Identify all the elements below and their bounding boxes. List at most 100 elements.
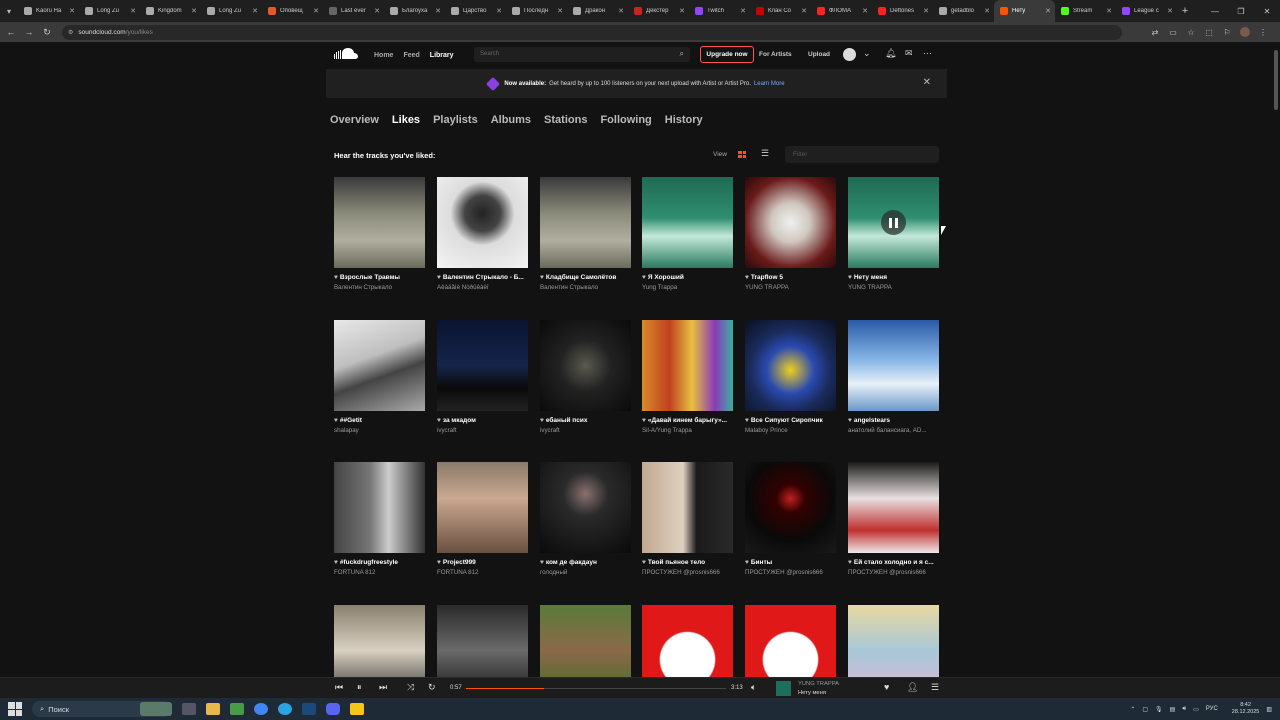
more-options-icon[interactable]: ⋯ [923, 48, 932, 59]
track-artist[interactable]: Ãêàäåìè Ñòðûêàëî [437, 284, 528, 291]
track-artwork[interactable] [848, 462, 939, 553]
liked-heart-icon[interactable]: ♥ [642, 559, 646, 566]
liked-heart-icon[interactable]: ♥ [334, 417, 338, 424]
track-artist[interactable]: FORTUNA 812 [437, 569, 528, 576]
browser-tab[interactable]: Последн ✕ [506, 0, 567, 22]
track-tile[interactable] [334, 605, 425, 677]
track-tile[interactable] [848, 605, 939, 677]
tab-close-icon[interactable]: ✕ [69, 7, 75, 15]
track-tile[interactable]: ♥ Ей стало холодно и я с... ПРОСТУЖЕН @pro… [848, 462, 939, 576]
browser-tab[interactable]: Царство ✕ [445, 0, 506, 22]
track-tile[interactable]: ♥ Твой пьяное тело ПРОСТУЖЕН @prosnis666 [642, 462, 733, 576]
liked-heart-icon[interactable]: ♥ [540, 417, 544, 424]
tab-close-icon[interactable]: ✕ [923, 7, 929, 15]
file-explorer-icon[interactable] [206, 703, 220, 715]
now-playing-title[interactable]: Нету меня [798, 690, 826, 696]
browser-tab[interactable]: Благоуха ✕ [384, 0, 445, 22]
track-artist[interactable]: Sil-A/Yung Trappa [642, 427, 733, 434]
tab-search-icon[interactable]: ▾ [0, 0, 18, 22]
browser-tab[interactable]: getadblo ✕ [933, 0, 994, 22]
track-title[interactable]: ♥ Кладбище Самолётов [540, 274, 631, 281]
track-title[interactable]: ♥ Валентин Стрыкало - Б... [437, 274, 528, 281]
track-title[interactable]: ♥ Все Сипуют Сиропчик [745, 417, 836, 424]
back-icon[interactable]: ← [4, 27, 18, 37]
tab-overview[interactable]: Overview [330, 114, 379, 130]
browser-tab[interactable]: Дракон ✕ [567, 0, 628, 22]
speaker-icon[interactable]: 🔊︎ [1182, 706, 1186, 713]
liked-heart-icon[interactable]: ♥ [642, 417, 646, 424]
now-playing-artwork[interactable] [776, 681, 791, 696]
telegram-icon[interactable] [278, 703, 292, 715]
track-title[interactable]: ♥ Нету меня [848, 274, 939, 281]
pause-overlay-icon[interactable] [881, 210, 906, 235]
track-tile[interactable] [745, 605, 836, 677]
track-artist[interactable]: FORTUNA 812 [334, 569, 425, 576]
liked-heart-icon[interactable]: ♥ [437, 559, 441, 566]
steam-icon[interactable] [302, 703, 316, 715]
close-banner-icon[interactable]: ✕ [923, 77, 931, 88]
tab-close-icon[interactable]: ✕ [252, 7, 258, 15]
track-tile[interactable]: ♥ Валентин Стрыкало - Б... Ãêàäåìè Ñòðûêàë… [437, 177, 528, 291]
url-field[interactable]: ⚙ soundcloud.com/you/likes [62, 24, 1122, 40]
liked-heart-icon[interactable]: ♥ [745, 559, 749, 566]
reload-icon[interactable]: ↻ [40, 27, 54, 38]
queue-icon[interactable]: ☰ [931, 682, 939, 693]
track-tile[interactable]: ♥ Кладбище Самолётов Валентин Стрыкало [540, 177, 631, 291]
track-artwork[interactable] [437, 320, 528, 411]
clock[interactable]: 8:42 28.12.2025 [1225, 702, 1260, 716]
track-title[interactable]: ♥ Ей стало холодно и я с... [848, 559, 939, 566]
discord-icon[interactable] [326, 703, 340, 715]
track-artist[interactable]: Yung Trappa [642, 284, 733, 291]
track-artwork[interactable] [642, 605, 733, 677]
browser-tab[interactable]: Twitch ✕ [689, 0, 750, 22]
track-artwork[interactable] [334, 605, 425, 677]
track-artwork[interactable] [540, 320, 631, 411]
track-artwork[interactable] [437, 605, 528, 677]
customize-icon[interactable]: ⚐ [1218, 28, 1236, 37]
track-artist[interactable]: shalapay [334, 427, 425, 434]
nav-home[interactable]: Home [374, 52, 393, 59]
taskbar-search[interactable]: ⌕ Поиск [32, 701, 172, 717]
track-artwork[interactable] [540, 462, 631, 553]
track-tile[interactable]: ♥ «Давай кинем барыгу»... Sil-A/Yung Trapp… [642, 320, 733, 434]
tab-playlists[interactable]: Playlists [433, 114, 478, 130]
grid-view-icon[interactable] [736, 149, 748, 160]
track-tile[interactable] [642, 605, 733, 677]
tab-close-icon[interactable]: ✕ [801, 7, 807, 15]
task-view-icon[interactable] [182, 703, 196, 715]
tray-chevron-icon[interactable]: ⌃ [1130, 706, 1135, 713]
forward-icon[interactable]: → [22, 27, 36, 37]
chrome-icon[interactable] [254, 703, 268, 715]
translate-icon[interactable]: ⇄ [1146, 28, 1164, 37]
track-title[interactable]: ♥ «Давай кинем барыгу»... [642, 417, 733, 424]
track-title[interactable]: ♥ за мкадом [437, 417, 528, 424]
site-info-icon[interactable]: ⚙ [68, 29, 73, 36]
volume-icon[interactable]: 🔈︎ [751, 682, 756, 693]
user-avatar[interactable] [843, 48, 856, 61]
track-artist[interactable]: ПРОСТУЖЕН @prosnis666 [745, 569, 836, 576]
track-title[interactable]: ♥ Я Хороший [642, 274, 733, 281]
liked-heart-icon[interactable]: ♥ [540, 274, 544, 281]
tab-history[interactable]: History [665, 114, 703, 130]
browser-tab[interactable]: Декстер ✕ [628, 0, 689, 22]
track-artwork[interactable] [745, 462, 836, 553]
nav-library[interactable]: Library [430, 52, 454, 59]
search-icon[interactable]: ⌕ [680, 49, 684, 59]
tab-close-icon[interactable]: ✕ [1045, 7, 1051, 15]
track-tile[interactable]: ♥ за мкадом ivycraft [437, 320, 528, 434]
tab-albums[interactable]: Albums [491, 114, 531, 130]
new-tab-button[interactable]: + [1177, 5, 1193, 17]
battery-icon[interactable]: ▭ [1193, 706, 1199, 713]
notification-center-icon[interactable]: ▥ [1266, 706, 1272, 713]
pinned-app-icon[interactable] [350, 703, 364, 715]
list-view-icon[interactable]: ☰ [761, 148, 769, 159]
track-artwork[interactable] [334, 177, 425, 268]
track-tile[interactable]: ♥ Взрослые Травмы Валентин Стрыкало [334, 177, 425, 291]
track-artwork[interactable] [437, 177, 528, 268]
extensions-icon[interactable]: ⬚ [1200, 28, 1218, 37]
tab-close-icon[interactable]: ✕ [1167, 7, 1173, 15]
tab-close-icon[interactable]: ✕ [435, 7, 441, 15]
track-artwork[interactable] [642, 177, 733, 268]
maximize-icon[interactable]: ❐ [1228, 7, 1254, 16]
liked-heart-icon[interactable]: ♥ [334, 559, 338, 566]
